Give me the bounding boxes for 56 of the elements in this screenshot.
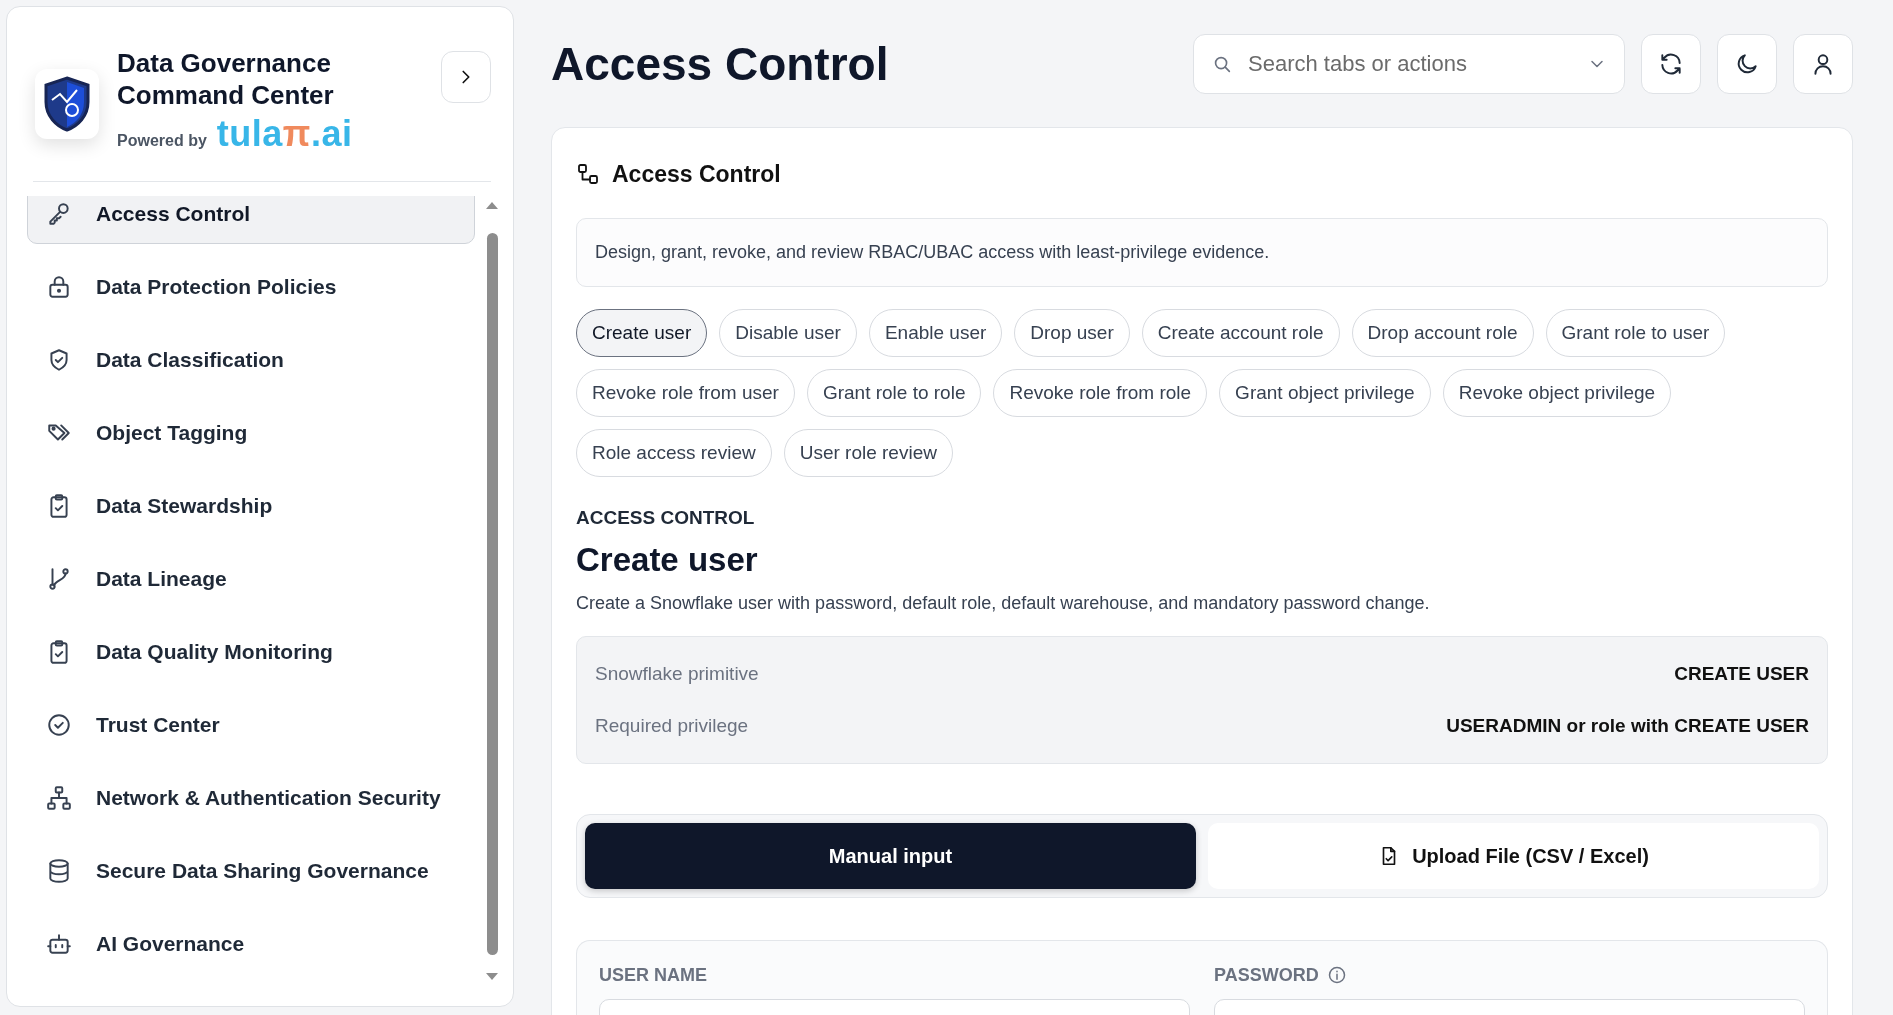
database-icon [46, 858, 72, 884]
sidebar-item[interactable]: Network & Authentication Security [27, 768, 475, 828]
sidebar-item[interactable]: Secure Data Sharing Governance [27, 841, 475, 901]
lock-icon [46, 274, 72, 300]
action-chip[interactable]: Role access review [576, 429, 772, 477]
check-circle-icon [46, 712, 72, 738]
key-icon [46, 201, 72, 227]
sidebar-item[interactable]: Data Quality Monitoring [27, 622, 475, 682]
sidebar-item[interactable]: Data Lineage [27, 549, 475, 609]
action-chip[interactable]: Drop account role [1351, 309, 1534, 357]
app-title: Data Governance Command Center [117, 47, 335, 111]
description-box: Design, grant, revoke, and review RBAC/UBAC access with least-privilege evidence. [576, 218, 1828, 287]
section-heading: Create user [576, 541, 759, 579]
field-label: PASSWORD [1214, 964, 1319, 986]
action-chip[interactable]: Enable user [868, 309, 1003, 357]
action-chip[interactable]: Disable user [719, 309, 857, 357]
info-label: Required privilege [595, 715, 749, 737]
info-icon [1326, 965, 1347, 985]
field-label: USER NAME [599, 964, 707, 986]
action-chip[interactable]: Grant role to role [806, 369, 982, 417]
refresh-button[interactable] [1641, 33, 1701, 94]
action-chip[interactable]: Drop user [1014, 309, 1130, 357]
sidebar-item[interactable]: AI Governance [27, 914, 475, 974]
mode-tab[interactable]: Manual input [585, 823, 1196, 889]
action-chip[interactable]: Revoke object privilege [1442, 369, 1672, 417]
mode-tab[interactable]: Upload File (CSV / Excel) [1208, 823, 1819, 889]
action-chip[interactable]: Revoke role from role [993, 369, 1208, 417]
info-label: Snowflake primitive [595, 663, 759, 685]
refresh-icon [1658, 50, 1684, 77]
section-description: Create a Snowflake user with password, default role, default warehouse, and mandatory password change. [576, 593, 1431, 614]
sidebar-item[interactable]: Trust Center [27, 695, 475, 755]
sidebar-item[interactable]: Object Tagging [27, 403, 475, 463]
action-chip[interactable]: Create user [576, 309, 708, 357]
action-chip[interactable]: Grant role to user [1545, 309, 1726, 357]
info-value: CREATE USER [1674, 663, 1809, 685]
card-title: Access Control [612, 160, 781, 188]
sidebar-item[interactable]: Access Control [27, 196, 475, 244]
sidebar-item[interactable]: Data Stewardship [27, 476, 475, 536]
dark-mode-button[interactable] [1717, 33, 1777, 94]
sidebar-item[interactable]: Data Classification [27, 330, 475, 390]
info-value: USERADMIN or role with CREATE USER [1446, 715, 1809, 737]
action-chip[interactable]: Revoke role from user [576, 369, 795, 417]
branch-icon [46, 566, 72, 592]
brand-logo: tulaπ.ai [216, 113, 353, 155]
shapes-icon [576, 162, 600, 186]
powered-by-label: Powered by [117, 132, 207, 150]
action-chip[interactable]: Grant object privilege [1219, 369, 1431, 417]
section-label: ACCESS CONTROL [576, 507, 756, 529]
sidebar-item[interactable]: Data Protection Policies [27, 257, 475, 317]
network-icon [46, 785, 72, 811]
profile-button[interactable] [1793, 33, 1853, 94]
action-chip[interactable]: Create account role [1141, 309, 1340, 357]
action-chip[interactable]: User role review [783, 429, 953, 477]
shield-logo [35, 69, 99, 139]
search-field[interactable]: Search tabs or actions [1193, 33, 1625, 94]
page-title: Access Control [551, 36, 890, 91]
